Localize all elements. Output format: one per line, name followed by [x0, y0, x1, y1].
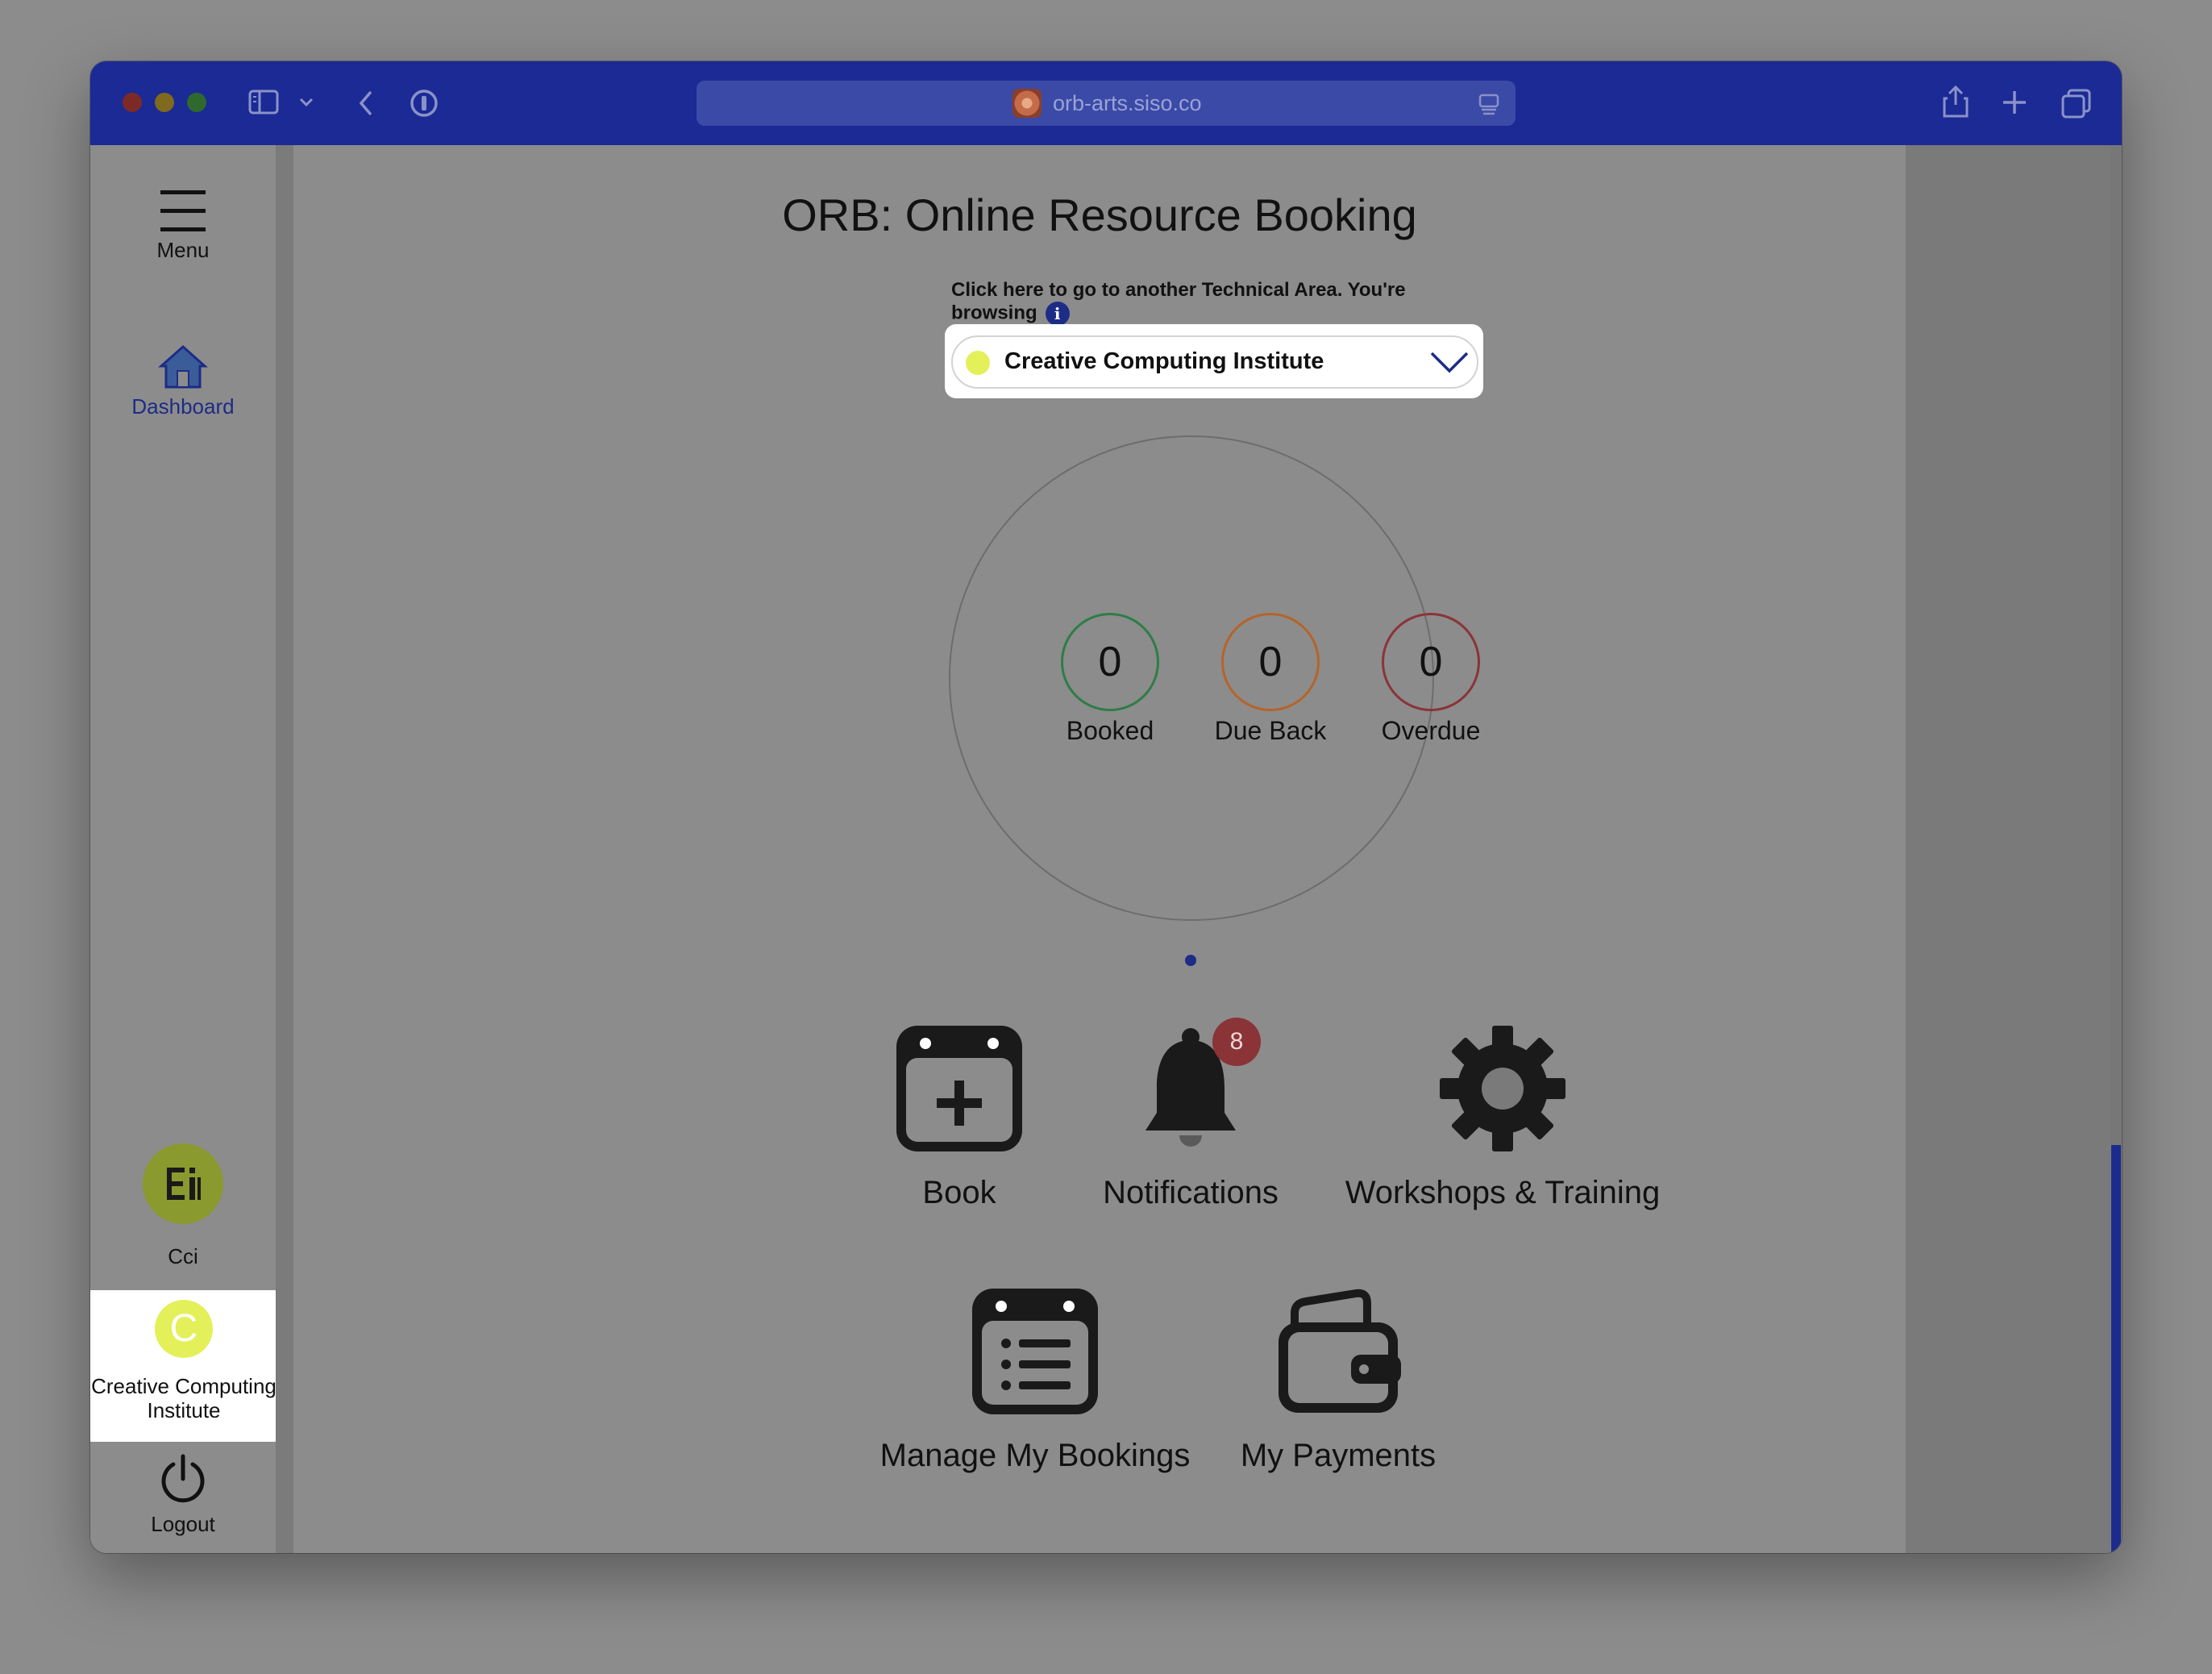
browser-window: orb-arts.siso.co Menu Dashboard Cci C Cr… — [90, 61, 2122, 1553]
chevron-down-icon — [1430, 352, 1469, 373]
reader-mode-icon[interactable] — [1477, 92, 1501, 116]
stat-overdue-count: 0 — [1382, 613, 1480, 711]
close-window-button[interactable] — [123, 93, 142, 112]
page-content: Menu Dashboard Cci C Creative Computing … — [90, 145, 2122, 1553]
area-switch-hint-text: Click here to go to another Technical Ar… — [951, 279, 1406, 324]
zoom-window-button[interactable] — [187, 93, 206, 112]
url-text: orb-arts.siso.co — [1053, 91, 1202, 115]
technical-area-select[interactable]: Creative Computing Institute — [951, 335, 1478, 389]
notifications-label: Notifications — [1103, 1175, 1279, 1210]
sidebar-item-org-cci[interactable]: Cci — [90, 1143, 276, 1269]
power-icon — [161, 1454, 205, 1503]
menu-button[interactable]: Menu — [90, 189, 276, 263]
logout-button[interactable]: Logout — [90, 1453, 276, 1537]
manage-bookings-tile[interactable]: Manage My Bookings — [866, 1285, 1204, 1474]
workshops-training-tile[interactable]: Workshops & Training — [1333, 1022, 1672, 1211]
org-short-label: Cci — [168, 1244, 198, 1268]
sidebar-toggle-icon[interactable] — [248, 89, 281, 116]
area-color-dot — [966, 351, 990, 375]
stat-due-back-count: 0 — [1221, 613, 1320, 711]
org-logo-icon — [143, 1143, 223, 1224]
notifications-count-badge: 8 — [1212, 1018, 1261, 1066]
org-card-label-line2: Institute — [147, 1398, 221, 1422]
password-manager-icon[interactable] — [410, 89, 439, 118]
menu-label: Menu — [156, 238, 210, 262]
manage-bookings-label: Manage My Bookings — [879, 1438, 1191, 1473]
notifications-tile[interactable]: Notifications 8 — [1100, 1018, 1282, 1211]
stat-booked-count: 0 — [1061, 613, 1159, 711]
tab-overview-icon[interactable] — [2060, 87, 2093, 119]
org-card-label: Creative Computing Institute — [90, 1374, 277, 1422]
share-icon[interactable] — [1941, 84, 1970, 119]
book-label: Book — [922, 1175, 996, 1210]
scrollbar-thumb[interactable] — [2111, 1145, 2121, 1553]
area-select-value: Creative Computing Institute — [1004, 348, 1324, 374]
stat-booked[interactable]: 0 Booked — [1029, 613, 1191, 746]
book-tile[interactable]: Book — [871, 1022, 1048, 1211]
sidebar-item-dashboard[interactable]: Dashboard — [90, 344, 276, 419]
stat-due-back[interactable]: 0 Due Back — [1190, 613, 1351, 746]
stat-overdue-label: Overdue — [1381, 716, 1481, 745]
current-org-card[interactable]: C Creative Computing Institute — [90, 1290, 284, 1442]
home-icon — [158, 344, 208, 389]
org-initial-avatar: C — [155, 1300, 213, 1358]
payments-tile[interactable]: My Payments — [1233, 1285, 1443, 1474]
logout-label: Logout — [151, 1512, 215, 1536]
page-title: ORB: Online Resource Booking — [782, 189, 1417, 240]
new-tab-icon[interactable] — [2001, 89, 2028, 116]
calendar-list-icon — [972, 1289, 1098, 1414]
stat-booked-label: Booked — [1066, 716, 1154, 745]
area-select-highlight: Creative Computing Institute — [945, 324, 1483, 398]
wallet-icon — [1279, 1289, 1401, 1413]
stat-due-back-label: Due Back — [1214, 716, 1327, 745]
main-panel: ORB: Online Resource Booking Click here … — [293, 145, 1906, 1553]
gear-icon — [1440, 1026, 1565, 1151]
org-card-label-line1: Creative Computing — [91, 1374, 276, 1398]
minimize-window-button[interactable] — [155, 93, 174, 112]
area-switch-hint[interactable]: Click here to go to another Technical Ar… — [951, 279, 1435, 326]
chevron-down-icon[interactable] — [298, 97, 314, 108]
dashboard-label: Dashboard — [131, 394, 235, 418]
calendar-add-icon — [896, 1026, 1022, 1151]
sidebar-divider — [276, 145, 293, 1553]
workshops-training-label: Workshops & Training — [1345, 1175, 1661, 1210]
carousel-dot-active[interactable] — [1185, 955, 1196, 966]
back-arrow-icon[interactable] — [356, 89, 376, 118]
site-favicon-icon — [1012, 89, 1042, 118]
stat-overdue[interactable]: 0 Overdue — [1350, 613, 1511, 746]
info-icon[interactable]: i — [1045, 302, 1070, 326]
right-gutter — [1906, 145, 2122, 1553]
browser-titlebar: orb-arts.siso.co — [90, 61, 2122, 145]
sidebar: Menu Dashboard Cci C Creative Computing … — [90, 145, 284, 1553]
payments-label: My Payments — [1240, 1438, 1437, 1473]
hamburger-menu-icon — [160, 190, 206, 231]
address-bar[interactable]: orb-arts.siso.co — [696, 81, 1516, 126]
